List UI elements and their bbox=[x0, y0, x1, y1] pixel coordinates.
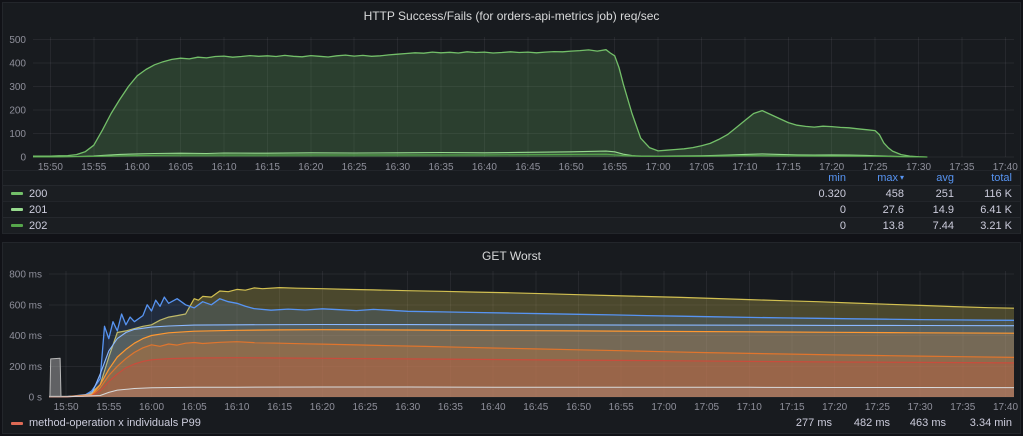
stat-min: 0 bbox=[839, 219, 846, 232]
stat-avg: 251 bbox=[935, 187, 954, 200]
x-tick-label: 16:20 bbox=[310, 402, 335, 413]
y-tick-label: 0 bbox=[20, 153, 26, 164]
stat-max: 458 bbox=[885, 187, 904, 200]
panel-title-get-worst[interactable]: GET Worst bbox=[3, 249, 1020, 263]
series-color-swatch bbox=[11, 208, 23, 211]
stat-total: 116 K bbox=[984, 187, 1012, 200]
x-tick-label: 15:55 bbox=[96, 402, 121, 413]
get-worst-chart[interactable]: 15:50 15:55 16:00 16:05 16:10 16:15 16:20 16:25… bbox=[3, 263, 1022, 415]
x-tick-label: 17:30 bbox=[908, 402, 933, 413]
series-area-200 bbox=[33, 49, 928, 158]
legend-header-avg-label: avg bbox=[936, 172, 954, 184]
series-area-p99-light bbox=[49, 387, 1014, 397]
legend-header-min-label: min bbox=[828, 172, 846, 184]
series-toggle-p99[interactable]: method-operation x individuals P99 bbox=[29, 417, 201, 429]
x-tick-label: 17:10 bbox=[737, 402, 762, 413]
stat-avg: 7.44 bbox=[932, 219, 954, 232]
stat-max: 482 ms bbox=[853, 417, 890, 429]
x-tick-label: 15:50 bbox=[54, 402, 79, 413]
legend-sort-total[interactable]: total bbox=[954, 172, 1012, 184]
y-tick-label: 200 ms bbox=[9, 362, 42, 373]
stat-min: 0.320 bbox=[818, 187, 846, 200]
y-tick-label: 100 bbox=[9, 129, 26, 140]
x-tick-label: 16:05 bbox=[182, 402, 207, 413]
get-worst-legend: method-operation x individuals P99 277 m… bbox=[3, 415, 1020, 431]
legend-header-total-label: total bbox=[991, 172, 1012, 184]
stat-min: 277 ms bbox=[795, 417, 832, 429]
stat-total: 6.41 K bbox=[980, 203, 1012, 216]
legend-header: min max ▾ avg total bbox=[3, 170, 1020, 185]
x-tick-label: 17:20 bbox=[822, 402, 847, 413]
stat-max: 27.6 bbox=[882, 203, 904, 216]
x-tick-label: 16:55 bbox=[609, 402, 634, 413]
series-color-swatch bbox=[11, 224, 23, 227]
y-tick-label: 800 ms bbox=[9, 270, 42, 281]
y-tick-label: 300 bbox=[9, 82, 26, 93]
y-tick-label: 0 s bbox=[29, 393, 42, 404]
stat-min: 0 bbox=[839, 203, 846, 216]
series-area-startup-spike bbox=[49, 358, 61, 397]
legend-header-max-label: max bbox=[877, 172, 898, 184]
x-tick-label: 17:40 bbox=[993, 402, 1018, 413]
x-tick-label: 17:15 bbox=[779, 402, 804, 413]
x-tick-label: 16:35 bbox=[438, 402, 463, 413]
x-tick-label: 17:25 bbox=[865, 402, 890, 413]
x-tick-label: 17:35 bbox=[950, 402, 975, 413]
x-tick-label: 17:00 bbox=[651, 402, 676, 413]
http-legend-table: min max ▾ avg total 200 0.320 458 251 11… bbox=[3, 170, 1020, 233]
series-color-swatch bbox=[11, 192, 23, 195]
legend-sort-min[interactable]: min bbox=[788, 172, 846, 184]
stat-total: 3.34 min bbox=[969, 417, 1012, 429]
legend-sort-avg[interactable]: avg bbox=[904, 172, 954, 184]
legend-row-201: 201 0 27.6 14.9 6.41 K bbox=[3, 201, 1020, 217]
x-tick-label: 16:00 bbox=[139, 402, 164, 413]
grafana-dashboard: HTTP Success/Fails (for orders-api-metri… bbox=[0, 0, 1023, 436]
series-color-swatch bbox=[11, 421, 23, 425]
x-tick-label: 16:15 bbox=[267, 402, 292, 413]
panel-title-http[interactable]: HTTP Success/Fails (for orders-api-metri… bbox=[3, 9, 1020, 23]
x-tick-label: 16:40 bbox=[481, 402, 506, 413]
y-tick-label: 200 bbox=[9, 105, 26, 116]
x-tick-label: 17:05 bbox=[694, 402, 719, 413]
http-success-fails-chart[interactable]: 15:50 15:55 16:00 16:05 16:10 16:15 16:20 16:25… bbox=[3, 25, 1022, 175]
stat-max: 13.8 bbox=[882, 219, 904, 232]
stat-avg: 463 ms bbox=[909, 417, 946, 429]
series-toggle-201[interactable]: 201 bbox=[29, 204, 47, 216]
y-tick-label: 400 bbox=[9, 58, 26, 69]
legend-sort-max[interactable]: max ▾ bbox=[846, 172, 904, 184]
stat-total: 3.21 K bbox=[980, 219, 1012, 232]
series-toggle-200[interactable]: 200 bbox=[29, 188, 47, 200]
y-tick-label: 600 ms bbox=[9, 300, 42, 311]
x-tick-label: 16:10 bbox=[224, 402, 249, 413]
legend-row-202: 202 0 13.8 7.44 3.21 K bbox=[3, 217, 1020, 233]
x-tick-label: 16:25 bbox=[352, 402, 377, 413]
y-tick-label: 500 bbox=[9, 35, 26, 46]
panel-http-success-fails: HTTP Success/Fails (for orders-api-metri… bbox=[2, 2, 1021, 234]
series-toggle-202[interactable]: 202 bbox=[29, 220, 47, 232]
x-tick-label: 16:45 bbox=[523, 402, 548, 413]
y-tick-label: 400 ms bbox=[9, 331, 42, 342]
x-tick-label: 16:50 bbox=[566, 402, 591, 413]
legend-row-200: 200 0.320 458 251 116 K bbox=[3, 185, 1020, 201]
stat-avg: 14.9 bbox=[932, 203, 954, 216]
x-tick-label: 16:30 bbox=[395, 402, 420, 413]
panel-get-worst: GET Worst 15:50 15:55 16:00 16:05 16:10 16:15… bbox=[2, 242, 1021, 434]
